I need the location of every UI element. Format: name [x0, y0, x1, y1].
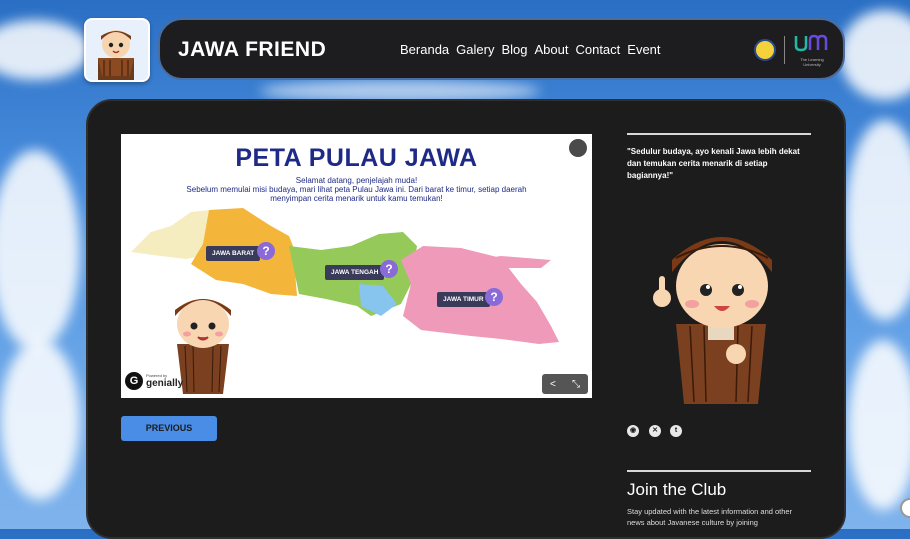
- nav-contact[interactable]: Contact: [575, 42, 620, 57]
- cloud: [840, 10, 910, 100]
- cloud: [0, 150, 80, 350]
- um-logo-text: The Learning University: [800, 57, 824, 67]
- question-icon[interactable]: ?: [257, 242, 275, 260]
- fullscreen-icon[interactable]: ⤡: [572, 379, 580, 390]
- instagram-icon[interactable]: ◉: [627, 425, 639, 437]
- previous-button[interactable]: PREVIOUS: [121, 416, 217, 441]
- genially-label: genially: [146, 378, 184, 389]
- slide-frame[interactable]: PETA PULAU JAWA Selamat datang, penjelaj…: [121, 134, 592, 398]
- nav-beranda[interactable]: Beranda: [400, 42, 449, 57]
- cloud: [848, 340, 910, 510]
- x-icon[interactable]: ✕: [649, 425, 661, 437]
- divider: [627, 133, 811, 135]
- club-title: Join the Club: [627, 480, 727, 499]
- nav-links: Beranda Galery Blog About Contact Event: [400, 42, 661, 57]
- region-tag-jawa-tengah[interactable]: JAWA TENGAH: [325, 265, 385, 280]
- cloud: [0, 20, 90, 80]
- slide-controls: < ⤡: [542, 374, 588, 394]
- sidebar-quote: "Sedulur budaya, ayo kenali Jawa lebih d…: [627, 147, 800, 180]
- character-illustration-large: [653, 237, 772, 404]
- floating-button[interactable]: [900, 498, 910, 518]
- club-text: Stay updated with the latest information…: [627, 507, 793, 527]
- nav-galery[interactable]: Galery: [456, 42, 494, 57]
- nav-about[interactable]: About: [534, 42, 568, 57]
- share-icon[interactable]: <: [550, 379, 556, 390]
- genially-logo-icon: G: [125, 372, 143, 390]
- tumblr-icon[interactable]: t: [670, 425, 682, 437]
- nav-blog[interactable]: Blog: [501, 42, 527, 57]
- nav-event[interactable]: Event: [627, 42, 660, 57]
- logo-divider: [784, 36, 785, 64]
- question-icon[interactable]: ?: [485, 288, 503, 306]
- divider: [627, 470, 811, 472]
- region-tag-jawa-barat[interactable]: JAWA BARAT: [206, 246, 261, 261]
- brand-name[interactable]: JAWA FRIEND: [178, 38, 326, 62]
- site-logo[interactable]: [84, 18, 150, 82]
- genially-badge[interactable]: G Powered by genially: [125, 372, 183, 390]
- region-tag-jawa-timur[interactable]: JAWA TIMUR: [437, 292, 490, 307]
- cloud: [845, 120, 910, 320]
- university-seal-icon: [754, 39, 776, 61]
- question-icon[interactable]: ?: [380, 260, 398, 278]
- um-logo: The Learning University: [792, 32, 832, 67]
- navbar: JAWA FRIEND Beranda Galery Blog About Co…: [158, 18, 845, 80]
- cloud: [0, 340, 80, 500]
